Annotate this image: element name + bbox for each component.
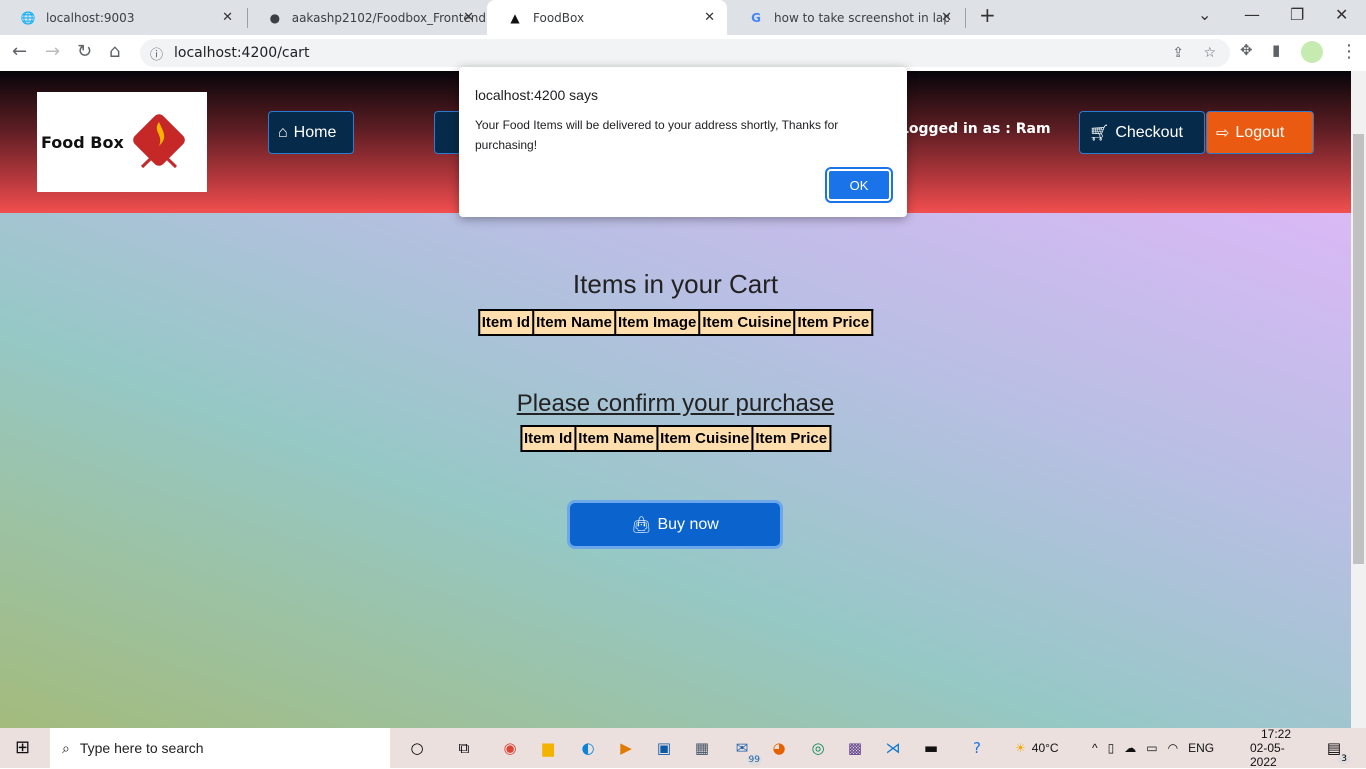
dialog-title: localhost:4200 says: [475, 87, 598, 103]
logo-knife-fork-icon: [132, 114, 185, 169]
scrollbar-thumb[interactable]: [1353, 134, 1364, 564]
avatar[interactable]: [1301, 41, 1323, 63]
help-icon[interactable]: ?: [965, 736, 989, 760]
logout-button[interactable]: ⇨ Logout: [1206, 111, 1314, 154]
taskbar: ⊞ ⌕ Type here to search ○ ⧉ ◉ ▆ ◐ ▶ ▣ ▦ ✉…: [0, 727, 1366, 769]
side-panel-icon[interactable]: ▮: [1272, 41, 1280, 59]
language-indicator[interactable]: ENG: [1188, 741, 1214, 755]
minimize-button[interactable]: —: [1244, 5, 1260, 24]
forward-icon[interactable]: →: [45, 41, 60, 62]
logo[interactable]: Food Box: [37, 92, 207, 192]
cart-table: Item Id Item Name Item Image Item Cuisin…: [477, 309, 874, 336]
checkout-button[interactable]: 🛒︎ Checkout: [1079, 111, 1205, 154]
logout-icon: ⇨: [1216, 124, 1230, 142]
terminal-icon[interactable]: ▬: [919, 736, 943, 760]
notifications-icon[interactable]: ▤ 3: [1322, 736, 1350, 764]
tab-github[interactable]: ● aakashp2102/Foodbox_Frontend ✕: [248, 0, 486, 35]
angular-icon: ▲: [510, 10, 520, 25]
close-tab-icon[interactable]: ✕: [222, 10, 233, 25]
house-icon: ⌂: [278, 123, 288, 141]
close-tab-icon[interactable]: ✕: [704, 10, 715, 25]
logged-in-user: Logged in as : Ram: [900, 121, 1051, 137]
calculator-icon[interactable]: ▦: [690, 736, 714, 760]
share-icon[interactable]: ⇪: [1172, 45, 1184, 61]
address-bar[interactable]: ⓘ localhost:4200/cart ⇪ ☆: [140, 39, 1230, 67]
restore-button[interactable]: ❐: [1290, 5, 1304, 24]
close-window-button[interactable]: ✕: [1335, 5, 1348, 24]
google-icon: G: [751, 10, 761, 25]
media-player-icon[interactable]: ▶: [614, 736, 638, 760]
wifi-icon[interactable]: ◠: [1168, 741, 1178, 755]
shopping-bag-icon: 👜︎: [631, 516, 652, 534]
search-icon: ⌕: [62, 739, 70, 756]
tab-localhost-9003[interactable]: 🌐 localhost:9003 ✕: [0, 0, 245, 35]
tab-google[interactable]: Ghow to take screenshot in laptop✕: [728, 0, 964, 35]
extensions-icon[interactable]: ✥: [1240, 41, 1253, 59]
cart-icon: 🛒︎: [1089, 124, 1110, 142]
confirm-table: Item Id Item Name Item Cuisine Item Pric…: [519, 425, 832, 452]
column-header: Item Id: [519, 425, 577, 452]
clock[interactable]: 17:22 02-05-2022: [1250, 727, 1302, 769]
github-icon: ●: [269, 10, 281, 25]
bookmark-star-icon[interactable]: ☆: [1203, 45, 1216, 61]
back-icon[interactable]: ←: [12, 41, 27, 62]
dialog-message: Your Food Items will be delivered to you…: [475, 118, 839, 152]
windows-start-icon[interactable]: ⊞: [15, 737, 30, 758]
chevron-up-icon[interactable]: ^: [1092, 741, 1098, 755]
column-header: Item Cuisine: [656, 425, 754, 452]
info-icon: ⓘ: [150, 47, 164, 63]
taskbar-search[interactable]: ⌕ Type here to search: [50, 728, 390, 768]
column-header: Item Image: [613, 309, 701, 336]
ok-button[interactable]: OK: [825, 167, 893, 203]
store-icon[interactable]: ▣: [652, 736, 676, 760]
toolbar: ← → ↻ ⌂ ⓘ localhost:4200/cart ⇪ ☆ ✥ ▮ ⋮: [0, 35, 1366, 71]
home-icon[interactable]: ⌂: [109, 41, 120, 62]
column-header: Item Cuisine: [698, 309, 796, 336]
column-header: Item Name: [532, 309, 616, 336]
column-header: Item Price: [793, 309, 874, 336]
home-button[interactable]: ⌂ Home: [268, 111, 354, 154]
close-tab-icon[interactable]: ✕: [941, 10, 952, 25]
cart-title: Items in your Cart: [572, 269, 779, 299]
scrollbar[interactable]: [1351, 71, 1366, 728]
globe-icon: 🌐: [20, 10, 36, 25]
system-tray: ^ ▯ ☁ ▭ ◠ ENG: [1092, 728, 1214, 768]
column-header: Item Id: [477, 309, 535, 336]
confirm-title: Please confirm your purchase: [516, 390, 835, 417]
menu-icon[interactable]: ⋮: [1340, 41, 1358, 62]
tab-foodbox[interactable]: ▲ FoodBox ✕: [487, 0, 727, 35]
file-explorer-icon[interactable]: ▆: [536, 736, 560, 760]
weather[interactable]: ☀ 40°C: [1015, 728, 1059, 768]
close-tab-icon[interactable]: ✕: [463, 10, 474, 25]
notification-count: 3: [1338, 754, 1350, 764]
mail-icon[interactable]: ✉ 99: [730, 736, 762, 766]
tray-app-icon[interactable]: ▯: [1108, 741, 1115, 755]
new-tab-button[interactable]: +: [979, 3, 996, 27]
reload-icon[interactable]: ↻: [77, 41, 92, 62]
mail-badge: 99: [746, 754, 762, 766]
chrome-icon[interactable]: ◉: [498, 736, 522, 760]
vscode-icon[interactable]: ⋊: [881, 736, 905, 760]
edge-icon[interactable]: ◐: [576, 736, 600, 760]
app-icon[interactable]: ◎: [806, 736, 830, 760]
network-off-icon[interactable]: ☁: [1124, 741, 1136, 755]
tab-search-icon[interactable]: ⌄: [1198, 5, 1211, 24]
game-icon[interactable]: ▩: [843, 736, 867, 760]
column-header: Item Name: [574, 425, 659, 452]
task-view-icon[interactable]: ⧉: [452, 736, 476, 760]
firefox-icon[interactable]: ◕: [767, 736, 791, 760]
alert-dialog: localhost:4200 says Your Food Items will…: [459, 67, 907, 217]
column-header: Item Price: [751, 425, 832, 452]
battery-icon[interactable]: ▭: [1146, 741, 1157, 755]
tab-strip: 🌐 localhost:9003 ✕ ● aakashp2102/Foodbox_Fr…: [0, 0, 1366, 35]
cortana-icon[interactable]: ○: [405, 736, 429, 760]
buy-now-button[interactable]: 👜︎ Buy now: [570, 503, 780, 546]
weather-sun-icon: ☀: [1015, 741, 1026, 755]
